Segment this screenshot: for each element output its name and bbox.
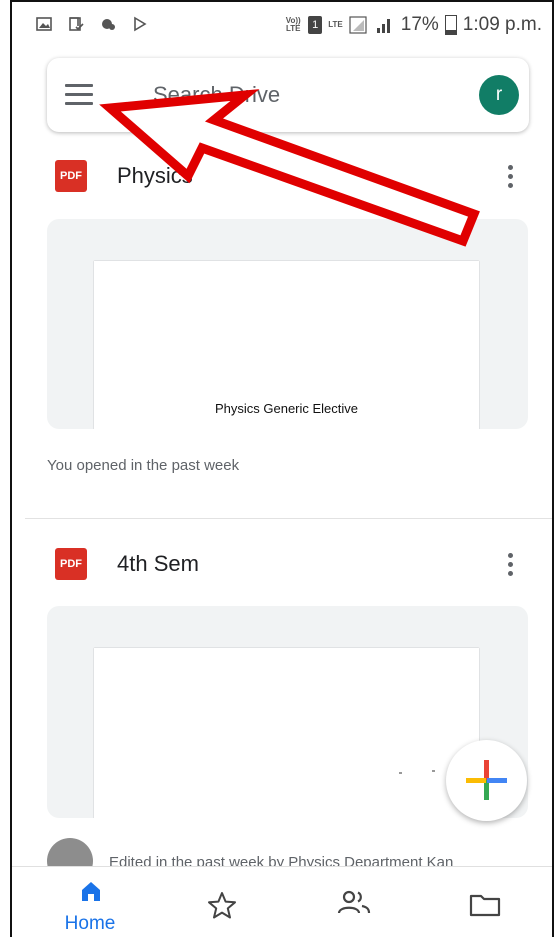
shared-people-icon xyxy=(337,890,371,914)
bottom-navigation: Home xyxy=(12,866,552,938)
sim-indicator: 1 xyxy=(308,16,323,34)
file-preview[interactable]: Physics Generic Elective xyxy=(47,219,528,429)
editor-avatar xyxy=(47,838,93,866)
more-options-icon[interactable] xyxy=(505,163,515,191)
document-page xyxy=(94,648,479,818)
download-check-icon xyxy=(69,17,84,31)
preview-mark xyxy=(432,770,435,772)
home-icon xyxy=(82,882,100,901)
preview-mark xyxy=(399,772,402,774)
file-reason: You opened in the past week xyxy=(47,457,240,474)
battery-percent: 17% xyxy=(400,14,439,35)
play-store-icon xyxy=(134,16,147,32)
pdf-file-icon: PDF xyxy=(55,548,87,580)
nav-shared[interactable] xyxy=(314,867,394,938)
frame-left-border xyxy=(10,0,12,937)
new-button[interactable] xyxy=(446,740,527,821)
account-avatar[interactable]: r xyxy=(479,75,519,115)
document-page: Physics Generic Elective xyxy=(94,261,479,429)
star-icon xyxy=(208,892,236,919)
file-title[interactable]: Physics xyxy=(117,163,193,189)
nav-starred[interactable] xyxy=(181,867,261,938)
signal-bars-icon xyxy=(376,19,390,33)
menu-icon[interactable] xyxy=(65,84,95,106)
preview-text: Physics Generic Elective xyxy=(214,401,359,416)
clock: 1:09 p.m. xyxy=(462,14,542,35)
gallery-icon xyxy=(36,17,52,31)
plus-icon xyxy=(466,760,507,800)
system-status: Vo)) LTE 1 LTE 17% 1:09 p.m. xyxy=(284,14,542,36)
more-options-icon[interactable] xyxy=(505,551,515,579)
battery-icon xyxy=(444,15,457,35)
nav-home-label: Home xyxy=(64,913,116,934)
frame-top-border xyxy=(10,0,554,2)
search-input[interactable]: Search Drive xyxy=(153,82,280,108)
nav-home[interactable]: Home xyxy=(50,867,130,938)
settings-app-icon xyxy=(102,19,115,30)
volte-indicator: Vo)) LTE xyxy=(285,16,301,33)
file-reason: Edited in the past week by Physics Depar… xyxy=(109,854,454,866)
divider xyxy=(25,518,552,519)
lte-indicator: LTE xyxy=(328,20,343,29)
nav-files[interactable] xyxy=(445,867,525,938)
pdf-file-icon: PDF xyxy=(55,160,87,192)
folder-icon xyxy=(469,894,501,917)
file-title[interactable]: 4th Sem xyxy=(117,551,199,577)
file-activity-row: Edited in the past week by Physics Depar… xyxy=(47,838,552,866)
status-bar: Vo)) LTE 1 LTE 17% 1:09 p.m. xyxy=(14,6,550,46)
search-bar[interactable]: Search Drive r xyxy=(47,58,529,132)
frame-right-border xyxy=(552,0,554,937)
notification-icons xyxy=(36,16,148,32)
signal-icon xyxy=(349,16,367,34)
